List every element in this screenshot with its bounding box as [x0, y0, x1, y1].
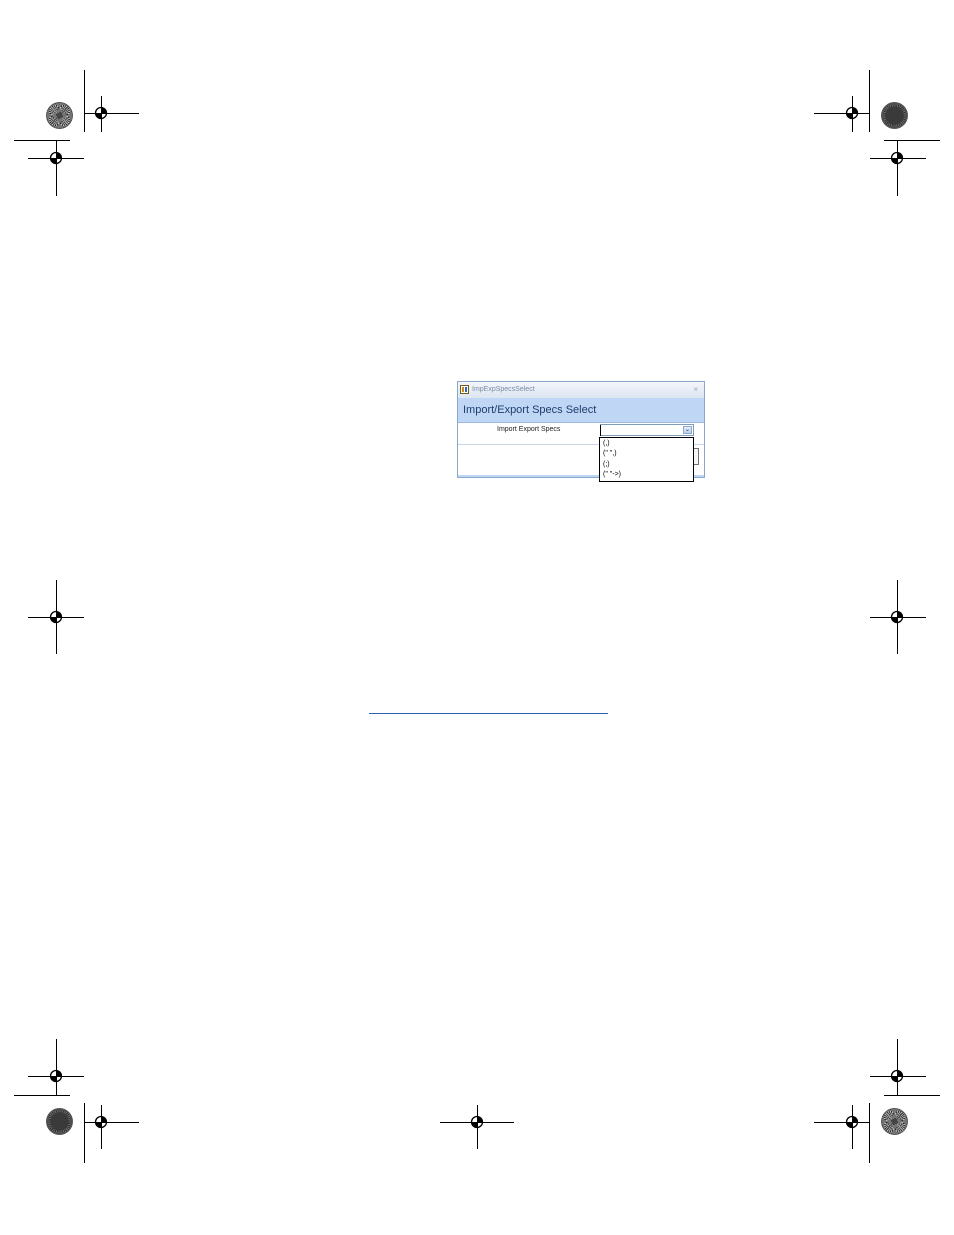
registration-mark-icon: [890, 610, 904, 624]
form-header: Import/Export Specs Select: [458, 398, 704, 423]
crop-mark-vertical: [897, 1039, 898, 1095]
registration-mark-icon: [890, 151, 904, 165]
crop-mark-vertical: [84, 70, 85, 132]
crop-mark-vertical: [84, 1103, 85, 1163]
registration-mark-icon: [49, 610, 63, 624]
import-export-specs-combo[interactable]: ⌄: [600, 424, 694, 436]
import-export-specs-label: Import Export Specs: [497, 426, 561, 433]
specs-dropdown-list[interactable]: (,) (" ",) (;) (" "->): [599, 437, 694, 482]
registration-mark-icon: [470, 1115, 484, 1129]
registration-mark-icon: [890, 1069, 904, 1083]
crop-mark-vertical: [869, 70, 870, 132]
chevron-down-icon[interactable]: ⌄: [683, 426, 692, 434]
crop-mark-horizontal: [14, 140, 70, 141]
crop-mark-vertical: [869, 1103, 870, 1163]
crop-mark-vertical: [56, 140, 57, 196]
registration-mark-icon: [49, 1069, 63, 1083]
crop-mark-horizontal: [84, 113, 139, 114]
hyperlink-underline[interactable]: [369, 713, 608, 714]
form-title: Import/Export Specs Select: [463, 404, 597, 416]
registration-mark-icon: [94, 1115, 108, 1129]
dropdown-option[interactable]: (,): [603, 439, 610, 449]
color-bar-sunburst-icon: [881, 1108, 908, 1135]
registration-mark-icon: [94, 106, 108, 120]
dropdown-option[interactable]: (;): [603, 460, 610, 470]
crop-mark-horizontal: [14, 1095, 70, 1096]
color-bar-sunburst-icon: [881, 102, 908, 129]
close-icon[interactable]: ×: [693, 385, 698, 394]
registration-mark-icon: [845, 1115, 859, 1129]
window-title: ImpExpSpecsSelect: [472, 386, 535, 393]
crop-mark-horizontal: [884, 140, 940, 141]
color-bar-sunburst-icon: [46, 102, 73, 129]
dropdown-option[interactable]: (" ",): [603, 449, 617, 459]
crop-mark-vertical: [56, 1039, 57, 1095]
text-caret: [600, 425, 601, 436]
color-bar-sunburst-icon: [46, 1108, 73, 1135]
crop-mark-vertical: [897, 140, 898, 196]
dropdown-option[interactable]: (" "->): [603, 470, 621, 480]
registration-mark-icon: [49, 151, 63, 165]
registration-mark-icon: [845, 106, 859, 120]
table-icon: [460, 385, 469, 394]
crop-mark-horizontal: [884, 1095, 940, 1096]
window-titlebar: ImpExpSpecsSelect ×: [458, 382, 704, 398]
crop-mark-horizontal: [84, 1122, 139, 1123]
crop-mark-horizontal: [814, 1122, 869, 1123]
crop-mark-horizontal: [814, 113, 869, 114]
